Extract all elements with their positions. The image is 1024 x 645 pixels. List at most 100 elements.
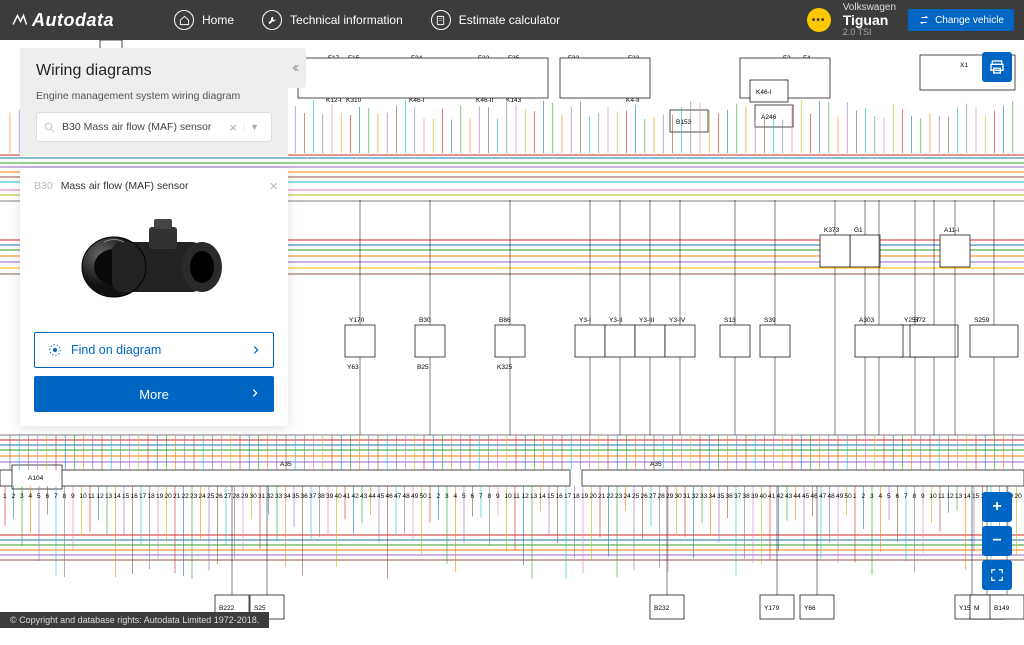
svg-text:42: 42 <box>777 493 785 500</box>
svg-text:45: 45 <box>802 493 810 500</box>
svg-text:A11-I: A11-I <box>944 227 959 234</box>
svg-text:8: 8 <box>913 493 917 500</box>
zoom-out-button[interactable]: − <box>982 526 1012 556</box>
svg-text:17: 17 <box>139 493 147 500</box>
svg-text:5: 5 <box>887 493 891 500</box>
svg-text:19: 19 <box>156 493 164 500</box>
svg-text:7: 7 <box>479 493 483 500</box>
svg-text:10: 10 <box>80 493 88 500</box>
collapse-panel-button[interactable] <box>288 48 306 88</box>
svg-text:B153: B153 <box>676 119 692 126</box>
svg-text:B86: B86 <box>499 317 511 324</box>
clear-search-button[interactable]: × <box>223 120 243 135</box>
svg-text:3: 3 <box>870 493 874 500</box>
zoom-fit-button[interactable] <box>982 560 1012 590</box>
nav-home[interactable]: Home <box>174 10 234 30</box>
svg-text:B222: B222 <box>219 605 235 612</box>
svg-text:43: 43 <box>785 493 793 500</box>
close-card-button[interactable]: × <box>269 178 278 195</box>
svg-text:Y3-II: Y3-II <box>609 317 623 324</box>
svg-text:13: 13 <box>955 493 963 500</box>
svg-text:24: 24 <box>624 493 632 500</box>
component-image <box>34 202 274 322</box>
svg-text:A246: A246 <box>761 114 777 121</box>
svg-text:8: 8 <box>488 493 492 500</box>
svg-text:38: 38 <box>743 493 751 500</box>
notifications-badge[interactable]: ••• <box>807 8 831 32</box>
brand-mark-icon <box>10 11 28 29</box>
component-search[interactable]: × ▼ <box>36 112 272 142</box>
svg-text:40: 40 <box>335 493 343 500</box>
svg-text:33: 33 <box>275 493 283 500</box>
home-icon <box>174 10 194 30</box>
svg-text:24: 24 <box>199 493 207 500</box>
svg-text:2: 2 <box>437 493 441 500</box>
svg-text:7: 7 <box>54 493 58 500</box>
zoom-in-button[interactable]: + <box>982 492 1012 522</box>
svg-text:B149: B149 <box>994 605 1010 612</box>
panel-header: Wiring diagrams <box>20 48 288 90</box>
svg-text:37: 37 <box>309 493 317 500</box>
svg-text:21: 21 <box>598 493 606 500</box>
svg-text:47: 47 <box>394 493 402 500</box>
svg-text:Y3-III: Y3-III <box>639 317 655 324</box>
svg-text:X1: X1 <box>960 62 968 69</box>
nav-estimate-calculator[interactable]: Estimate calculator <box>431 10 560 30</box>
svg-text:43: 43 <box>360 493 368 500</box>
svg-text:32: 32 <box>692 493 700 500</box>
svg-text:9: 9 <box>921 493 925 500</box>
svg-text:13: 13 <box>530 493 538 500</box>
print-icon <box>989 59 1005 75</box>
svg-text:20: 20 <box>590 493 598 500</box>
svg-text:K325: K325 <box>497 364 513 371</box>
svg-text:28: 28 <box>233 493 241 500</box>
find-on-diagram-button[interactable]: Find on diagram <box>34 332 274 368</box>
copyright-bar: © Copyright and database rights: Autodat… <box>0 612 269 628</box>
svg-text:15: 15 <box>122 493 130 500</box>
svg-text:19: 19 <box>581 493 589 500</box>
nav-technical-info[interactable]: Technical information <box>262 10 403 30</box>
svg-text:25: 25 <box>632 493 640 500</box>
svg-text:35: 35 <box>292 493 300 500</box>
search-icon <box>43 121 56 134</box>
svg-text:25: 25 <box>207 493 215 500</box>
svg-text:11: 11 <box>513 493 520 500</box>
svg-text:31: 31 <box>258 493 266 500</box>
more-button[interactable]: More <box>34 376 274 412</box>
svg-text:33: 33 <box>700 493 708 500</box>
svg-text:50: 50 <box>845 493 853 500</box>
chevron-left-icon <box>292 63 302 73</box>
svg-text:A104: A104 <box>28 475 44 482</box>
svg-text:32: 32 <box>267 493 275 500</box>
svg-text:41: 41 <box>343 493 351 500</box>
svg-text:4: 4 <box>879 493 883 500</box>
svg-text:26: 26 <box>641 493 649 500</box>
svg-text:29: 29 <box>241 493 249 500</box>
svg-text:48: 48 <box>828 493 836 500</box>
search-dropdown-button[interactable]: ▼ <box>243 122 265 132</box>
svg-text:2: 2 <box>862 493 866 500</box>
svg-text:40: 40 <box>760 493 768 500</box>
change-vehicle-button[interactable]: Change vehicle <box>908 9 1014 31</box>
svg-text:46: 46 <box>811 493 819 500</box>
svg-text:Y179: Y179 <box>764 605 780 612</box>
svg-text:30: 30 <box>250 493 258 500</box>
svg-text:21: 21 <box>173 493 181 500</box>
svg-text:20: 20 <box>165 493 173 500</box>
top-nav: Autodata Home Technical information Esti… <box>0 0 1024 40</box>
svg-text:48: 48 <box>403 493 411 500</box>
svg-text:36: 36 <box>726 493 734 500</box>
svg-text:22: 22 <box>607 493 615 500</box>
svg-text:6: 6 <box>46 493 50 500</box>
brand-logo: Autodata <box>10 10 114 31</box>
svg-text:13: 13 <box>105 493 113 500</box>
svg-text:9: 9 <box>496 493 500 500</box>
svg-text:36: 36 <box>301 493 309 500</box>
svg-text:B25: B25 <box>417 364 429 371</box>
print-button[interactable] <box>982 52 1012 82</box>
component-search-input[interactable] <box>56 121 223 133</box>
svg-text:14: 14 <box>964 493 972 500</box>
svg-text:27: 27 <box>649 493 657 500</box>
svg-text:49: 49 <box>836 493 844 500</box>
svg-text:22: 22 <box>182 493 190 500</box>
